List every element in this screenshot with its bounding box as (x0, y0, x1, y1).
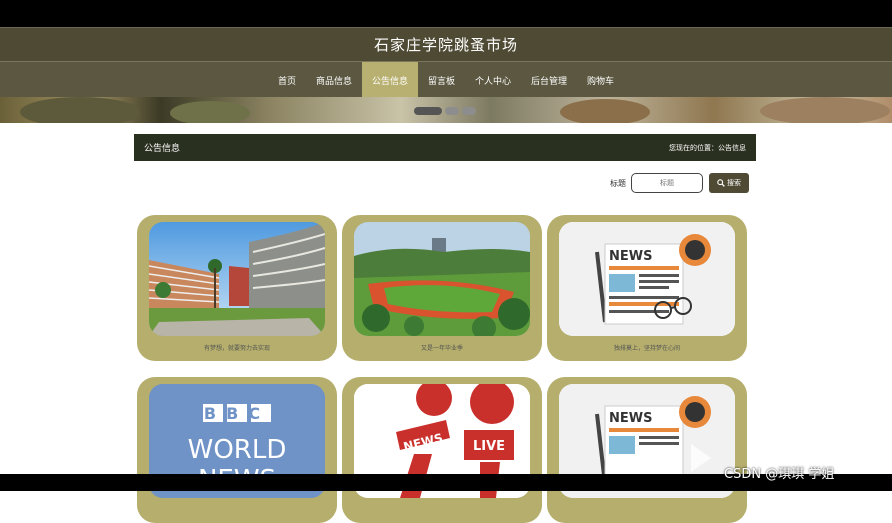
news-illustration-image: NEWS (559, 222, 735, 336)
nav-item-message-board[interactable]: 留言板 (418, 62, 465, 98)
campus-building-image (149, 222, 325, 336)
notice-card[interactable]: BBC WORLD NEWS (137, 377, 337, 523)
nav-item-admin[interactable]: 后台管理 (521, 62, 577, 98)
main-nav: 首页 商品信息 公告信息 留言板 个人中心 后台管理 购物车 (0, 61, 892, 98)
notice-card[interactable]: NEWS LIVE (342, 377, 542, 523)
watermark: CSDN @琪琪 学姐 (724, 467, 835, 482)
search-label: 标题 (610, 178, 626, 188)
card-caption: 又是一年毕业季 (420, 345, 463, 352)
banner-dot-3[interactable] (462, 107, 476, 115)
search-bar: 标题 搜索 (610, 173, 749, 193)
site-header: 石家庄学院跳蚤市场 (0, 27, 892, 61)
card-caption: 独排莫上，坚持梦在心间 (613, 345, 680, 352)
notice-card[interactable]: 又是一年毕业季 (342, 215, 542, 361)
news-heading-text: NEWS (609, 411, 652, 426)
nav-item-notices[interactable]: 公告信息 (361, 62, 418, 98)
section-header: 公告信息 您现在的位置：公告信息 (134, 134, 756, 161)
site-title: 石家庄学院跳蚤市场 (373, 36, 518, 54)
banner-dot-1[interactable] (414, 107, 442, 115)
bbc-world-text: WORLD (188, 435, 287, 465)
notice-card[interactable]: NEWS 独排莫上，坚持梦在心间 (547, 215, 747, 361)
nav-item-home[interactable]: 首页 (268, 62, 306, 98)
notice-card[interactable]: NEWS (547, 377, 747, 523)
banner-pagination (414, 107, 476, 115)
banner-dot-2[interactable] (445, 107, 459, 115)
search-icon (717, 179, 725, 187)
breadcrumb: 您现在的位置：公告信息 (669, 143, 746, 152)
news-heading-text: NEWS (609, 249, 652, 264)
section-title: 公告信息 (144, 144, 181, 154)
notice-card[interactable]: 有梦想，就要努力去实现 (137, 215, 337, 361)
nav-item-products[interactable]: 商品信息 (306, 62, 362, 98)
nav-item-cart[interactable]: 购物车 (577, 62, 624, 98)
card-caption: 有梦想，就要努力去实现 (203, 345, 270, 352)
nav-item-personal-center[interactable]: 个人中心 (465, 62, 521, 98)
top-black-bar (0, 0, 892, 27)
search-button-label: 搜索 (727, 179, 741, 187)
campus-sports-field-image (354, 222, 530, 336)
mic-live-text: LIVE (473, 439, 505, 454)
search-input[interactable] (631, 173, 703, 193)
bbc-logo-text: BBC (204, 404, 270, 423)
search-button[interactable]: 搜索 (709, 173, 749, 193)
